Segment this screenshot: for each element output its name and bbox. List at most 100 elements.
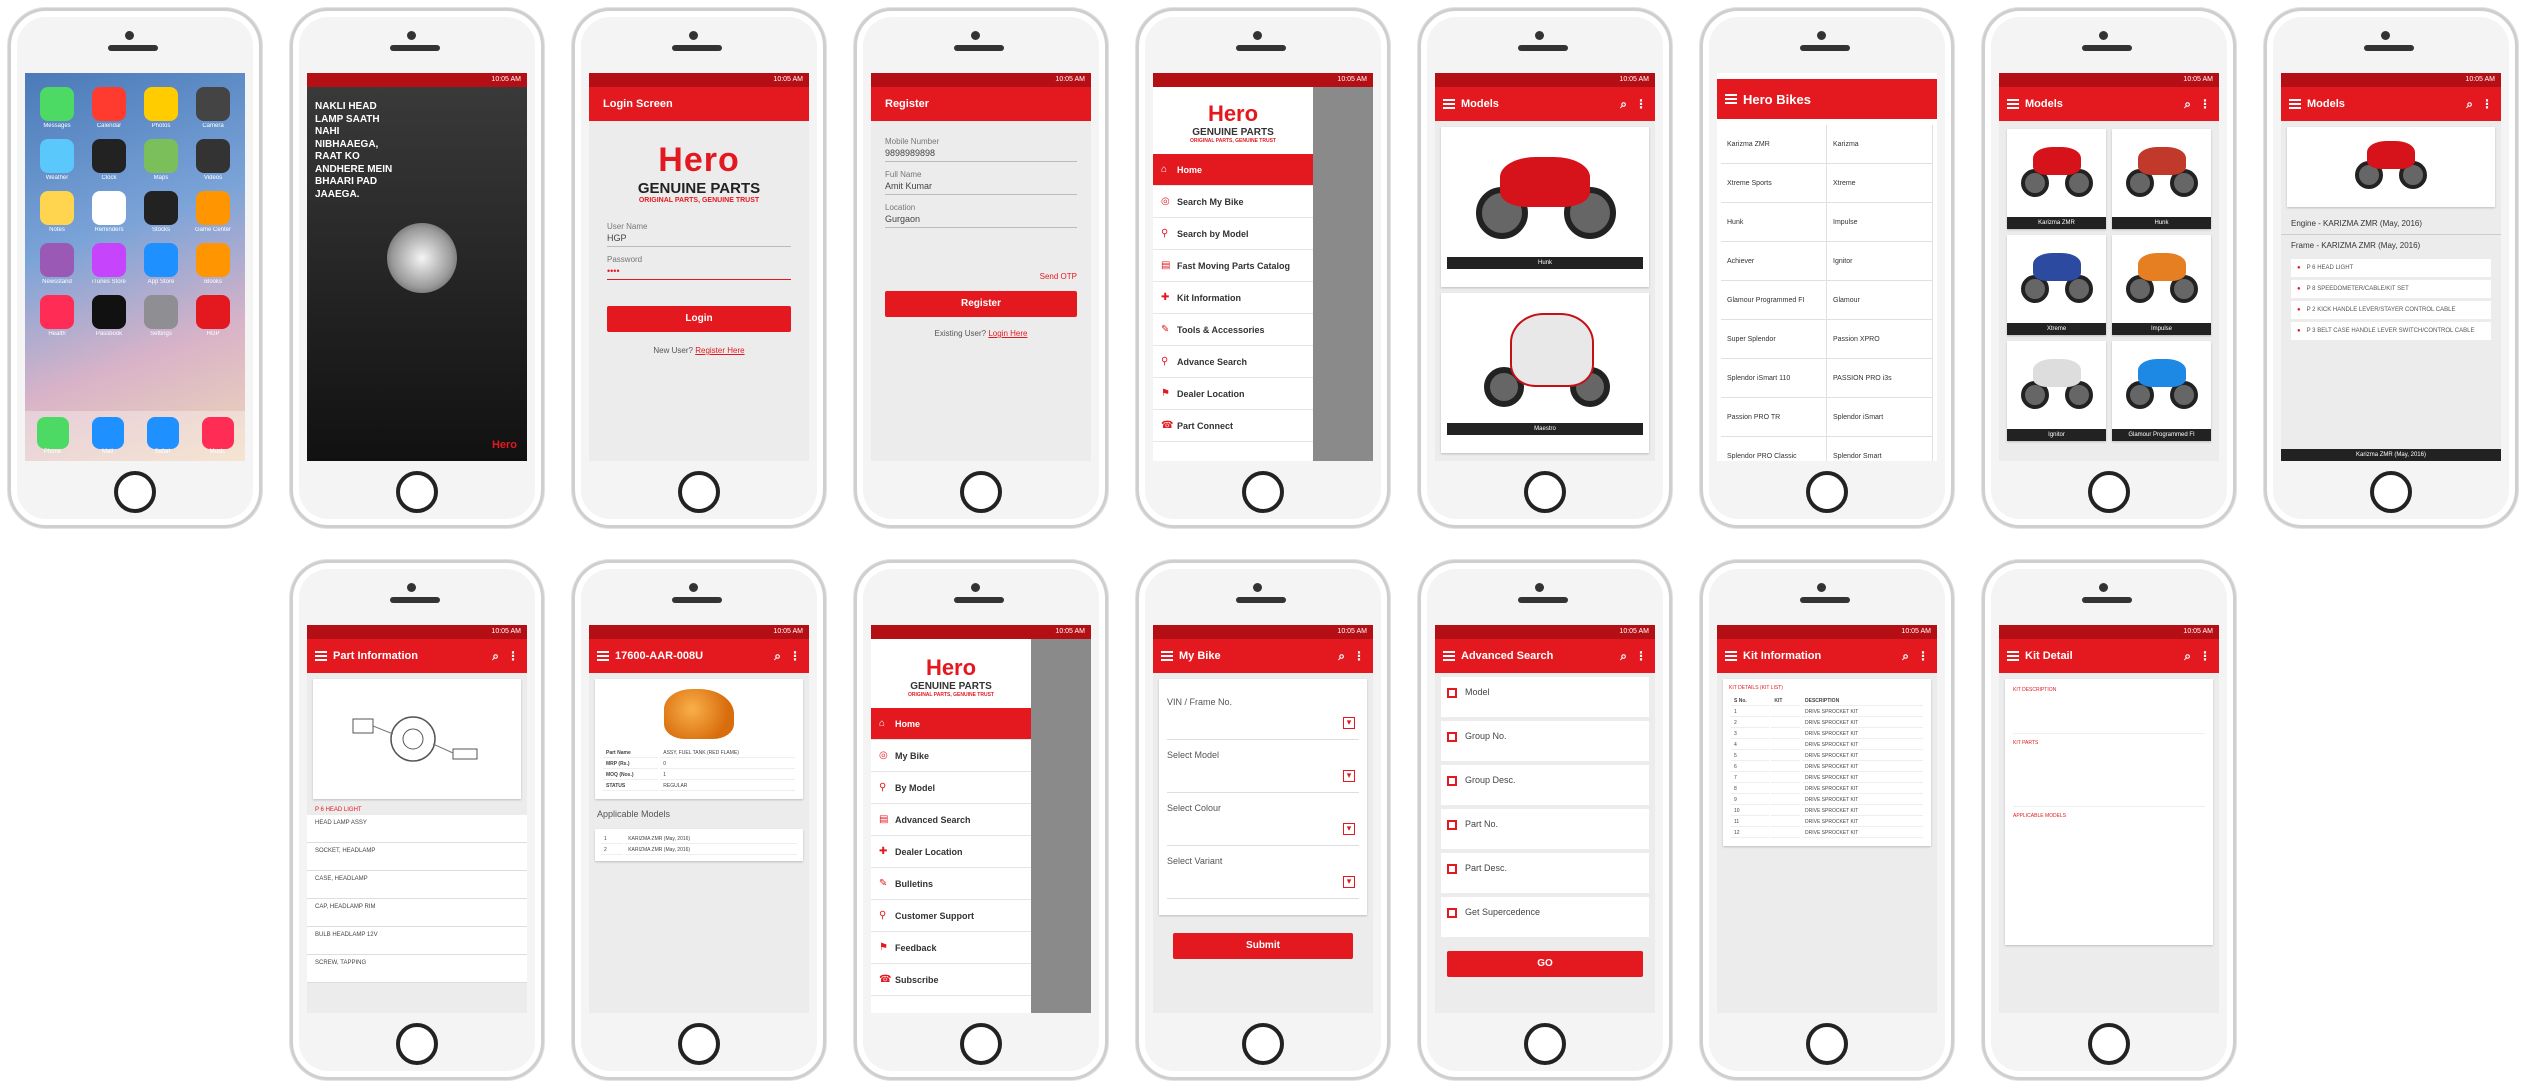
search-icon[interactable]: ⌕ xyxy=(1620,97,1627,112)
overflow-icon[interactable]: ⋮ xyxy=(507,649,519,663)
kit-row[interactable]: 4 DRIVE SPROCKET KIT xyxy=(1731,741,1923,750)
register-button[interactable]: Register xyxy=(885,291,1077,317)
bike-list-item[interactable]: Hunk xyxy=(1721,203,1827,242)
menu-icon[interactable] xyxy=(597,655,609,657)
model-tile[interactable]: Impulse xyxy=(2112,235,2211,335)
search-icon[interactable]: ⌕ xyxy=(1338,649,1345,664)
app-icon[interactable]: Weather xyxy=(31,139,83,181)
search-icon[interactable]: ⌕ xyxy=(492,649,499,664)
menu-icon[interactable] xyxy=(1443,103,1455,105)
dock-app-icon[interactable]: Safari xyxy=(146,417,179,455)
app-icon[interactable]: Messages xyxy=(31,87,83,129)
home-button[interactable] xyxy=(2088,1023,2130,1065)
bike-list-item[interactable]: Impulse xyxy=(1827,203,1933,242)
home-button[interactable] xyxy=(678,471,720,513)
drawer-item-tools-accessories[interactable]: ✎ Tools & Accessories xyxy=(1153,314,1313,346)
dropdown-icon[interactable]: ▾ xyxy=(1343,823,1355,835)
drawer-item-subscribe[interactable]: ☎ Subscribe xyxy=(871,964,1031,996)
drawer-item-part-connect[interactable]: ☎ Part Connect xyxy=(1153,410,1313,442)
drawer-item-home[interactable]: ⌂ Home xyxy=(871,708,1031,740)
password-input[interactable]: •••• xyxy=(607,264,791,280)
bike-list-item[interactable]: Super Splendor xyxy=(1721,320,1827,359)
drawer-item-feedback[interactable]: ⚑ Feedback xyxy=(871,932,1031,964)
kit-row[interactable]: 11 DRIVE SPROCKET KIT xyxy=(1731,818,1923,827)
app-icon[interactable]: Stocks xyxy=(135,191,187,233)
search-option[interactable]: Get Supercedence xyxy=(1441,897,1649,937)
kit-row[interactable]: 2 DRIVE SPROCKET KIT xyxy=(1731,719,1923,728)
kit-row[interactable]: 5 DRIVE SPROCKET KIT xyxy=(1731,752,1923,761)
checkbox[interactable] xyxy=(1447,687,1457,698)
drawer-item-advance-search[interactable]: ⚲ Advance Search xyxy=(1153,346,1313,378)
bike-list-item[interactable]: Ignitor xyxy=(1827,242,1933,281)
overflow-icon[interactable]: ⋮ xyxy=(2199,649,2211,663)
app-icon[interactable]: HGP xyxy=(187,295,239,337)
app-icon[interactable]: Health xyxy=(31,295,83,337)
group-frame[interactable]: Frame - KARIZMA ZMR (May, 2016) xyxy=(2281,235,2501,256)
bike-list-item[interactable]: Glamour Programmed FI xyxy=(1721,281,1827,320)
menu-icon[interactable] xyxy=(2007,103,2019,105)
go-button[interactable]: GO xyxy=(1447,951,1643,977)
search-option[interactable]: Group No. xyxy=(1441,721,1649,761)
search-icon[interactable]: ⌕ xyxy=(1620,649,1627,664)
app-icon[interactable]: Newsstand xyxy=(31,243,83,285)
checkbox[interactable] xyxy=(1447,731,1457,742)
menu-icon[interactable] xyxy=(1725,655,1737,657)
app-icon[interactable]: App Store xyxy=(135,243,187,285)
home-button[interactable] xyxy=(2088,471,2130,513)
bike-list-item[interactable]: Karizma ZMR xyxy=(1721,125,1827,164)
home-button[interactable] xyxy=(1524,1023,1566,1065)
drawer-item-fast-moving-parts-catalog[interactable]: ▤ Fast Moving Parts Catalog xyxy=(1153,250,1313,282)
bike-list-item[interactable]: Splendor Smart xyxy=(1827,437,1933,461)
app-icon[interactable]: Clock xyxy=(83,139,135,181)
kit-row[interactable]: 12 DRIVE SPROCKET KIT xyxy=(1731,829,1923,838)
app-icon[interactable]: iBooks xyxy=(187,243,239,285)
part-list-item[interactable]: ● P 3 BELT CASE HANDLE LEVER SWITCH/CONTR… xyxy=(2291,322,2491,340)
menu-icon[interactable] xyxy=(2289,103,2301,105)
home-button[interactable] xyxy=(1806,1023,1848,1065)
part-list-item[interactable]: ● P 6 HEAD LIGHT xyxy=(2291,259,2491,277)
bike-list-item[interactable]: Splendor iSmart xyxy=(1827,398,1933,437)
drawer-item-advanced-search[interactable]: ▤ Advanced Search xyxy=(871,804,1031,836)
part-row[interactable]: CASE, HEADLAMP xyxy=(307,871,527,899)
menu-icon[interactable] xyxy=(1725,98,1737,100)
send-otp-link[interactable]: Send OTP xyxy=(885,272,1077,281)
register-link[interactable]: Register Here xyxy=(695,346,744,355)
bike-list-item[interactable]: Karizma xyxy=(1827,125,1933,164)
search-icon[interactable]: ⌕ xyxy=(2184,649,2191,664)
home-button[interactable] xyxy=(1524,471,1566,513)
search-option[interactable]: Part Desc. xyxy=(1441,853,1649,893)
drawer-item-customer-support[interactable]: ⚲ Customer Support xyxy=(871,900,1031,932)
drawer-scrim[interactable] xyxy=(1031,639,1091,1013)
home-button[interactable] xyxy=(678,1023,720,1065)
drawer-item-search-my-bike[interactable]: ◎ Search My Bike xyxy=(1153,186,1313,218)
bike-list-item[interactable]: Splendor PRO Classic xyxy=(1721,437,1827,461)
drawer-scrim[interactable] xyxy=(1313,87,1373,461)
bike-list-item[interactable]: Glamour xyxy=(1827,281,1933,320)
home-button[interactable] xyxy=(960,1023,1002,1065)
kit-row[interactable]: 10 DRIVE SPROCKET KIT xyxy=(1731,807,1923,816)
checkbox[interactable] xyxy=(1447,775,1457,786)
bike-list-item[interactable]: PASSION PRO i3s xyxy=(1827,359,1933,398)
drawer-item-kit-information[interactable]: ✚ Kit Information xyxy=(1153,282,1313,314)
search-icon[interactable]: ⌕ xyxy=(2184,97,2191,112)
home-button[interactable] xyxy=(396,471,438,513)
app-icon[interactable]: Photos xyxy=(135,87,187,129)
search-option[interactable]: Model xyxy=(1441,677,1649,717)
overflow-icon[interactable]: ⋮ xyxy=(1635,649,1647,663)
my-bike-field[interactable]: Select Variant ▾ xyxy=(1167,846,1359,899)
app-icon[interactable]: Videos xyxy=(187,139,239,181)
app-icon[interactable]: Camera xyxy=(187,87,239,129)
home-button[interactable] xyxy=(114,471,156,513)
menu-icon[interactable] xyxy=(1443,655,1455,657)
part-row[interactable]: CAP, HEADLAMP RIM xyxy=(307,899,527,927)
app-icon[interactable]: Passbook xyxy=(83,295,135,337)
dropdown-icon[interactable]: ▾ xyxy=(1343,876,1355,888)
home-button[interactable] xyxy=(2370,471,2412,513)
drawer-item-search-by-model[interactable]: ⚲ Search by Model xyxy=(1153,218,1313,250)
model-tile[interactable]: Glamour Programmed FI xyxy=(2112,341,2211,441)
search-icon[interactable]: ⌕ xyxy=(2466,97,2473,112)
drawer-item-by-model[interactable]: ⚲ By Model xyxy=(871,772,1031,804)
app-icon[interactable]: Maps xyxy=(135,139,187,181)
group-engine[interactable]: Engine - KARIZMA ZMR (May, 2016) xyxy=(2281,213,2501,235)
username-input[interactable]: HGP xyxy=(607,231,791,247)
